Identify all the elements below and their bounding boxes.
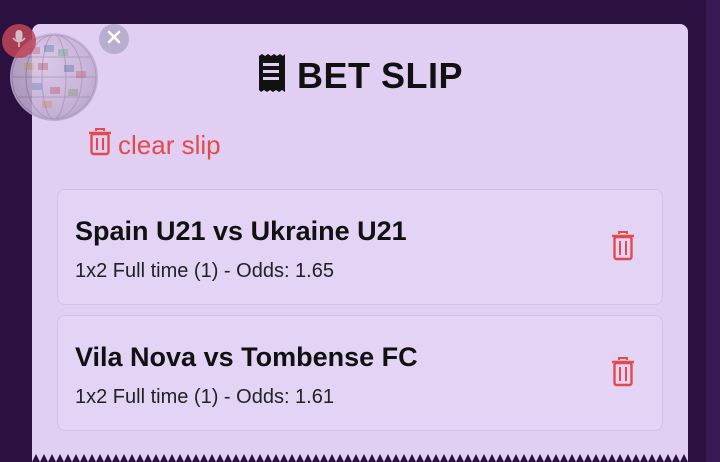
overlay-close-button[interactable] [99,24,129,54]
bet-item: Vila Nova vs Tombense FC 1x2 Full time (… [57,315,663,431]
remove-bet-button[interactable] [611,357,635,392]
clear-slip-label: clear slip [118,130,221,160]
receipt-icon [257,54,287,97]
bet-market-odds: 1x2 Full time (1) - Odds: 1.65 [75,260,334,282]
trash-icon [611,231,635,265]
trash-icon [611,357,635,391]
bet-match-name: Vila Nova vs Tombense FC [75,342,418,372]
clear-slip-button[interactable]: clear slip [88,128,221,163]
bet-match-name: Spain U21 vs Ukraine U21 [75,216,407,246]
bet-item: Spain U21 vs Ukraine U21 1x2 Full time (… [57,189,663,305]
remove-bet-button[interactable] [611,231,635,266]
bet-slip-header: BET SLIP [0,54,720,97]
microphone-icon [12,29,26,54]
slip-zigzag-edge [32,454,688,462]
trash-icon [88,128,112,163]
bet-slip-title: BET SLIP [296,54,464,96]
voice-search-button[interactable] [2,24,36,58]
close-icon [107,30,121,49]
bet-market-odds: 1x2 Full time (1) - Odds: 1.61 [75,386,334,408]
